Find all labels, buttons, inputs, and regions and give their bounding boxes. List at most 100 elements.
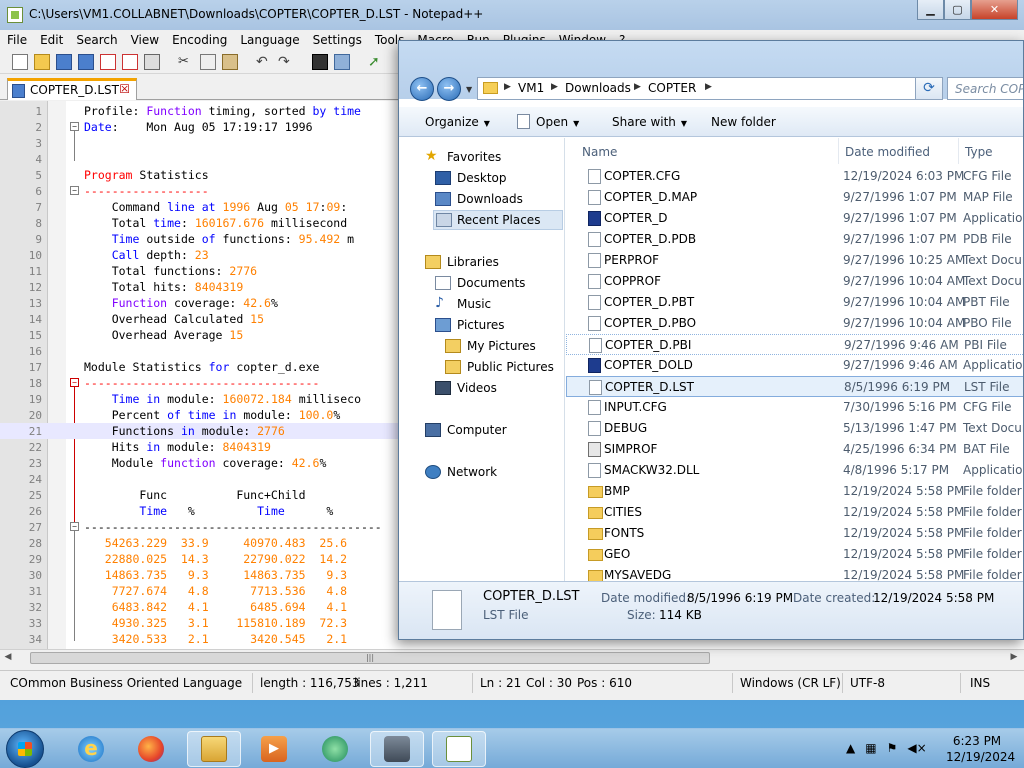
- file-row[interactable]: MYSAVEDG 12/19/2024 5:58 PM File folder: [566, 565, 1023, 581]
- taskbar-notepadpp[interactable]: [432, 731, 486, 767]
- taskbar-internet-explorer[interactable]: e: [64, 731, 118, 767]
- file-row[interactable]: COPTER_D.PBT 9/27/1996 10:04 AM PBT File: [566, 292, 1023, 313]
- file-row[interactable]: GEO 12/19/2024 5:58 PM File folder: [566, 544, 1023, 565]
- notepadpp-app-icon[interactable]: [7, 7, 23, 23]
- recent-pages-icon[interactable]: ▼: [466, 85, 472, 94]
- breadcrumb-copter[interactable]: COPTER: [648, 81, 696, 95]
- file-row[interactable]: COPTER_DOLD 9/27/1996 9:46 AM Application: [566, 355, 1023, 376]
- paste-icon[interactable]: [222, 54, 238, 70]
- share-with-button[interactable]: Share with ▼: [612, 115, 687, 129]
- menu-view[interactable]: View: [124, 30, 165, 50]
- breadcrumb-separator-icon[interactable]: ▶: [504, 82, 511, 92]
- taskbar-media-player[interactable]: ▶: [247, 731, 301, 767]
- column-header-name[interactable]: Name: [576, 138, 839, 164]
- file-row[interactable]: FONTS 12/19/2024 5:58 PM File folder: [566, 523, 1023, 544]
- status-divider: [252, 673, 253, 693]
- maximize-button[interactable]: ▢: [944, 0, 971, 20]
- new-folder-button[interactable]: New folder: [711, 115, 776, 129]
- back-button[interactable]: ←: [410, 77, 434, 101]
- file-row[interactable]: DEBUG 5/13/1996 1:47 PM Text Document: [566, 418, 1023, 439]
- tab-copter-d-lst[interactable]: COPTER_D.LST ☒: [7, 78, 137, 100]
- file-row[interactable]: COPTER_D.LST 8/5/1996 6:19 PM LST File: [566, 376, 1023, 397]
- taskbar-windows-explorer[interactable]: [187, 731, 241, 767]
- scroll-right-icon[interactable]: ▶: [1008, 652, 1020, 664]
- breadcrumb-downloads[interactable]: Downloads: [565, 81, 631, 95]
- file-row[interactable]: COPTER_D.MAP 9/27/1996 1:07 PM MAP File: [566, 187, 1023, 208]
- menu-edit[interactable]: Edit: [33, 30, 69, 50]
- copy-icon[interactable]: [200, 54, 216, 70]
- search-input[interactable]: Search COPTER: [947, 77, 1023, 100]
- replace-icon[interactable]: [334, 54, 350, 70]
- find-icon[interactable]: [312, 54, 328, 70]
- status-eol[interactable]: Windows (CR LF): [740, 676, 841, 690]
- column-header-type[interactable]: Type: [959, 138, 1023, 164]
- file-icon: [588, 316, 601, 331]
- forward-button[interactable]: →: [437, 77, 461, 101]
- file-row[interactable]: BMP 12/19/2024 5:58 PM File folder: [566, 481, 1023, 502]
- close-button[interactable]: ✕: [971, 0, 1018, 20]
- breadcrumb-separator-icon[interactable]: ▶: [634, 82, 641, 92]
- address-bar[interactable]: ▶ VM1 ▶ Downloads ▶ COPTER ▶: [477, 77, 939, 100]
- close-file-icon[interactable]: [100, 54, 116, 70]
- file-row[interactable]: COPTER_D.PBI 9/27/1996 9:46 AM PBI File: [566, 334, 1023, 355]
- breadcrumb-vm1[interactable]: VM1: [518, 81, 544, 95]
- redo-icon[interactable]: ↷: [278, 54, 294, 70]
- zoom-in-icon[interactable]: ➚: [368, 54, 384, 70]
- scroll-left-icon[interactable]: ◀: [2, 652, 14, 664]
- nav-recent-places[interactable]: Recent Places: [433, 210, 563, 230]
- file-list[interactable]: Name Date modified Type COPTER.CFG 12/19/…: [566, 138, 1023, 581]
- menu-language[interactable]: Language: [233, 30, 305, 50]
- clock[interactable]: 6:23 PM 12/19/2024: [946, 733, 1015, 765]
- file-row[interactable]: COPPROF 9/27/1996 10:04 AMText Document: [566, 271, 1023, 292]
- minimize-button[interactable]: ▁: [917, 0, 944, 20]
- refresh-button[interactable]: ⟳: [915, 77, 943, 100]
- breadcrumb-separator-icon[interactable]: ▶: [551, 82, 558, 92]
- fold-toggle-icon[interactable]: −: [70, 522, 79, 531]
- fold-toggle-icon[interactable]: −: [70, 122, 79, 131]
- fold-toggle-icon[interactable]: −: [70, 186, 79, 195]
- scroll-thumb[interactable]: |||: [30, 652, 710, 664]
- title-bar[interactable]: C:\Users\VM1.COLLABNET\Downloads\COPTER\…: [0, 0, 1024, 30]
- file-row[interactable]: COPTER_D 9/27/1996 1:07 PM Application: [566, 208, 1023, 229]
- network-status-icon[interactable]: ▦: [865, 741, 876, 755]
- save-all-icon[interactable]: [78, 54, 94, 70]
- breadcrumb-separator-icon[interactable]: ▶: [705, 82, 712, 92]
- file-name: BMP: [604, 484, 630, 498]
- fold-toggle-icon[interactable]: −: [70, 378, 79, 387]
- taskbar-firefox[interactable]: [124, 731, 178, 767]
- open-button[interactable]: Open ▼: [536, 115, 579, 129]
- print-icon[interactable]: [144, 54, 160, 70]
- start-button[interactable]: [6, 730, 44, 768]
- tab-close-icon[interactable]: ☒: [119, 82, 130, 96]
- menu-encoding[interactable]: Encoding: [165, 30, 233, 50]
- status-encoding[interactable]: UTF-8: [850, 676, 885, 690]
- open-file-icon[interactable]: [34, 54, 50, 70]
- file-row[interactable]: COPTER_D.PBO 9/27/1996 10:04 AM PBO File: [566, 313, 1023, 334]
- save-icon[interactable]: [56, 54, 72, 70]
- file-row[interactable]: SIMPROF 4/25/1996 6:34 PM BAT File: [566, 439, 1023, 460]
- file-row[interactable]: PERPROF 9/27/1996 10:25 AMText Document: [566, 250, 1023, 271]
- status-insert-mode[interactable]: INS: [970, 676, 990, 690]
- column-header-date-modified[interactable]: Date modified: [839, 138, 959, 164]
- new-file-icon[interactable]: [12, 54, 28, 70]
- action-center-flag-icon[interactable]: ⚑: [887, 741, 898, 755]
- menu-file[interactable]: File: [0, 30, 33, 50]
- nav-label: Documents: [457, 276, 526, 290]
- menu-settings[interactable]: Settings: [306, 30, 368, 50]
- volume-muted-icon[interactable]: ◀×: [907, 741, 926, 755]
- menu-search[interactable]: Search: [69, 30, 123, 50]
- show-hidden-icons-icon[interactable]: ▲: [846, 741, 855, 755]
- taskbar-app-active[interactable]: [370, 731, 424, 767]
- taskbar-media-center[interactable]: [308, 731, 362, 767]
- file-name: SMACKW32.DLL: [604, 463, 700, 477]
- horizontal-scrollbar[interactable]: ◀ ||| ▶: [0, 649, 1024, 666]
- cut-icon[interactable]: ✂: [178, 54, 194, 70]
- undo-icon[interactable]: ↶: [256, 54, 272, 70]
- organize-button[interactable]: Organize ▼: [425, 115, 490, 129]
- close-all-icon[interactable]: [122, 54, 138, 70]
- file-row[interactable]: INPUT.CFG 7/30/1996 5:16 PM CFG File: [566, 397, 1023, 418]
- file-row[interactable]: SMACKW32.DLL 4/8/1996 5:17 PM Application: [566, 460, 1023, 481]
- file-row[interactable]: CITIES 12/19/2024 5:58 PM File folder: [566, 502, 1023, 523]
- file-row[interactable]: COPTER_D.PDB 9/27/1996 1:07 PM PDB File: [566, 229, 1023, 250]
- file-row[interactable]: COPTER.CFG 12/19/2024 6:03 PM CFG File: [566, 166, 1023, 187]
